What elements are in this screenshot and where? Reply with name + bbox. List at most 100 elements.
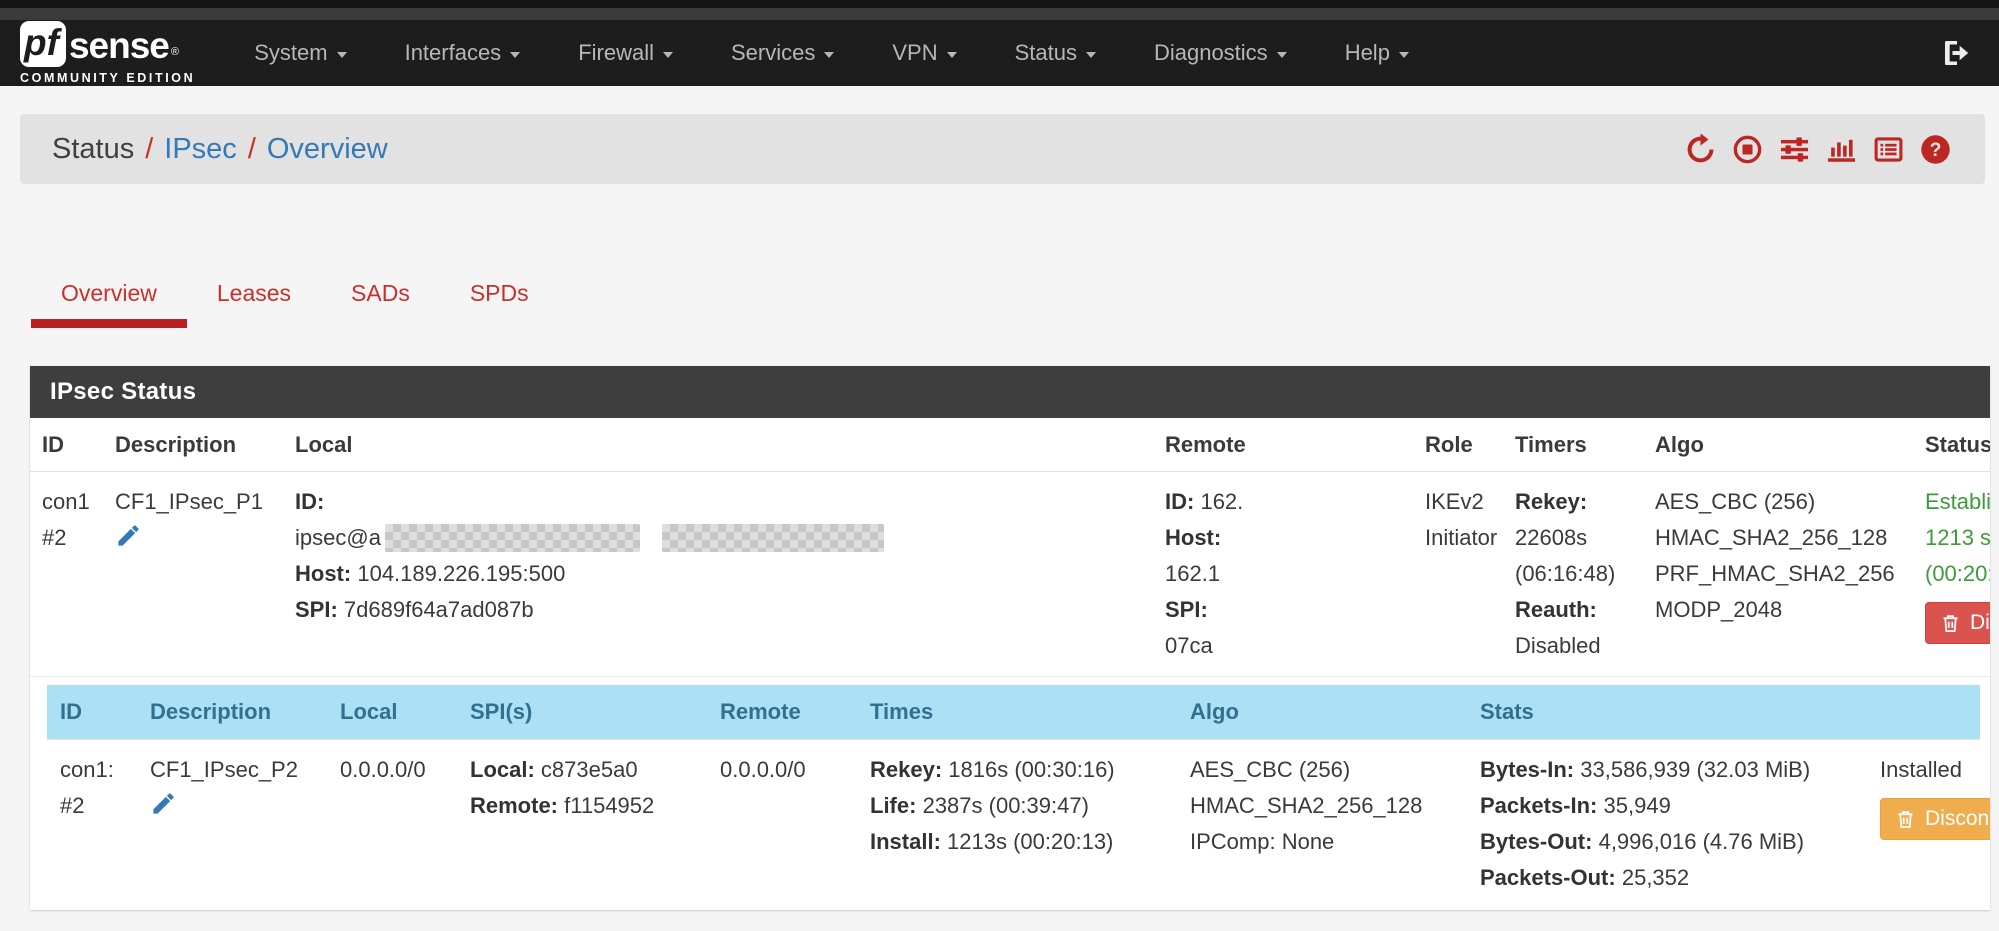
child-status-installed: Installed bbox=[1880, 752, 1970, 788]
menu-system[interactable]: System bbox=[225, 20, 375, 86]
sliders-icon[interactable] bbox=[1779, 134, 1810, 165]
child-id-number: #2 bbox=[60, 788, 130, 824]
remote-spi-value: 07ca bbox=[1165, 633, 1213, 658]
col-timers: Timers bbox=[1503, 418, 1643, 472]
chevron-down-icon bbox=[1277, 52, 1287, 58]
algo-enc: AES_CBC (256) bbox=[1655, 484, 1903, 520]
role-protocol: IKEv2 bbox=[1425, 484, 1493, 520]
refresh-icon[interactable] bbox=[1685, 134, 1716, 165]
ipsec-tabs: Overview Leases SADs SPDs bbox=[31, 280, 1999, 328]
main-menu: System Interfaces Firewall Services VPN … bbox=[225, 20, 1438, 86]
breadcrumb-actions: ? bbox=[1685, 134, 1951, 165]
chevron-down-icon bbox=[337, 52, 347, 58]
ike-id-number: #2 bbox=[42, 520, 93, 556]
rekey-time: (06:16:48) bbox=[1515, 556, 1633, 592]
edit-icon[interactable] bbox=[150, 790, 177, 817]
menu-status-label: Status bbox=[1015, 40, 1077, 66]
reauth-label: Reauth: bbox=[1515, 597, 1597, 622]
child-id: con1: bbox=[60, 752, 130, 788]
ipsec-status-panel: IPsec Status ID Description Local Remote… bbox=[30, 366, 1990, 910]
ike-algo-cell: AES_CBC (256) HMAC_SHA2_256_128 PRF_HMAC… bbox=[1643, 472, 1913, 677]
menu-vpn[interactable]: VPN bbox=[863, 20, 985, 86]
disconnect-button[interactable]: Disconnect bbox=[1880, 798, 1990, 840]
bar-chart-icon[interactable] bbox=[1826, 134, 1857, 165]
disconnect-button[interactable]: Disconnect bbox=[1925, 602, 1990, 644]
bytes-out-value: 4,996,016 (4.76 MiB) bbox=[1599, 829, 1804, 854]
child-spi-cell: Local: c873e5a0 Remote: f1154952 bbox=[460, 740, 710, 911]
menu-diagnostics[interactable]: Diagnostics bbox=[1125, 20, 1316, 86]
child-stats-cell: Bytes-In: 33,586,939 (32.03 MiB) Packets… bbox=[1470, 740, 1870, 911]
ike-sa-table: ID Description Local Remote Role Timers … bbox=[30, 418, 1990, 910]
col-description: Description bbox=[103, 418, 283, 472]
disconnect-label: Disconnect bbox=[1925, 806, 1990, 832]
algo-integ: HMAC_SHA2_256_128 bbox=[1190, 788, 1460, 824]
redacted-blank bbox=[1213, 631, 1345, 661]
breadcrumb-link-overview[interactable]: Overview bbox=[267, 133, 388, 165]
menu-interfaces[interactable]: Interfaces bbox=[376, 20, 550, 86]
col-times: Times bbox=[860, 685, 1180, 740]
ike-timers-cell: Rekey: 22608s (06:16:48) Reauth: Disable… bbox=[1503, 472, 1643, 677]
spi-remote-value: f1154952 bbox=[564, 793, 654, 818]
pfsense-logo[interactable]: pf sense ® COMMUNITY EDITION bbox=[20, 21, 195, 85]
ike-role-cell: IKEv2 Initiator bbox=[1413, 472, 1503, 677]
col-local: Local bbox=[283, 418, 1153, 472]
child-status-cell: Installed Disconnect bbox=[1870, 740, 1980, 911]
menu-services[interactable]: Services bbox=[702, 20, 863, 86]
help-icon[interactable]: ? bbox=[1920, 134, 1951, 165]
redacted-blank bbox=[1243, 487, 1373, 517]
col-id: ID bbox=[30, 418, 103, 472]
stop-icon[interactable] bbox=[1732, 134, 1763, 165]
install-label: Install: bbox=[870, 829, 941, 854]
packets-out-label: Packets-Out: bbox=[1480, 865, 1616, 890]
child-description: CF1_IPsec_P2 bbox=[150, 752, 320, 788]
menu-status[interactable]: Status bbox=[986, 20, 1125, 86]
tab-sads[interactable]: SADs bbox=[321, 280, 440, 328]
log-icon[interactable] bbox=[1873, 134, 1904, 165]
tab-leases[interactable]: Leases bbox=[187, 280, 321, 328]
edit-icon[interactable] bbox=[115, 522, 142, 549]
reauth-value: Disabled bbox=[1515, 628, 1633, 664]
col-status: Status bbox=[1913, 418, 1990, 472]
chevron-down-icon bbox=[1399, 52, 1409, 58]
menu-services-label: Services bbox=[731, 40, 815, 66]
window-gray-strip bbox=[0, 8, 1999, 20]
child-sa-container-row: ID Description Local SPI(s) Remote Times… bbox=[30, 677, 1990, 911]
sign-out-icon[interactable] bbox=[1941, 37, 1973, 69]
tab-overview[interactable]: Overview bbox=[31, 280, 187, 328]
menu-help[interactable]: Help bbox=[1316, 20, 1438, 86]
algo-enc: AES_CBC (256) bbox=[1190, 752, 1460, 788]
breadcrumb-bar: Status/IPsec/Overview ? bbox=[20, 114, 1985, 184]
breadcrumb: Status/IPsec/Overview bbox=[52, 133, 388, 166]
redacted-blur bbox=[662, 524, 884, 552]
child-sa-table: ID Description Local SPI(s) Remote Times… bbox=[47, 685, 1980, 910]
col-remote: Remote bbox=[710, 685, 860, 740]
breadcrumb-separator: / bbox=[248, 133, 256, 165]
panel-title: IPsec Status bbox=[30, 366, 1990, 418]
navbar: pf sense ® COMMUNITY EDITION System Inte… bbox=[0, 20, 1999, 86]
table-row: con1 #2 CF1_IPsec_P1 ID: ipsec@a Host: 1… bbox=[30, 472, 1990, 677]
col-stats: Stats bbox=[1470, 685, 1870, 740]
packets-in-label: Packets-In: bbox=[1480, 793, 1597, 818]
ike-description-cell: CF1_IPsec_P1 bbox=[103, 472, 283, 677]
life-label: Life: bbox=[870, 793, 916, 818]
child-table-header-row: ID Description Local SPI(s) Remote Times… bbox=[47, 685, 1980, 740]
tab-spds[interactable]: SPDs bbox=[440, 280, 559, 328]
role-value: Initiator bbox=[1425, 520, 1493, 556]
pfsense-logo-pf: pf bbox=[20, 21, 66, 67]
remote-host-label: Host: bbox=[1165, 525, 1221, 550]
col-description: Description bbox=[140, 685, 330, 740]
child-local-cell: 0.0.0.0/0 bbox=[330, 740, 460, 911]
remote-spi-label: SPI: bbox=[1165, 597, 1208, 622]
status-seconds: 1213 seconds bbox=[1925, 520, 1990, 556]
local-id-value: ipsec@a bbox=[295, 525, 381, 550]
table-scroll-area[interactable]: ID Description Local Remote Role Timers … bbox=[30, 418, 1990, 910]
breadcrumb-link-ipsec[interactable]: IPsec bbox=[164, 133, 237, 165]
table-row: con1: #2 CF1_IPsec_P2 bbox=[47, 740, 1980, 911]
algo-integ: HMAC_SHA2_256_128 bbox=[1655, 520, 1903, 556]
algo-ipcomp: IPComp: None bbox=[1190, 824, 1460, 860]
col-id: ID bbox=[47, 685, 140, 740]
remote-id-label: ID: bbox=[1165, 489, 1194, 514]
chevron-down-icon bbox=[1086, 52, 1096, 58]
local-id-label: ID: bbox=[295, 489, 324, 514]
menu-firewall[interactable]: Firewall bbox=[549, 20, 702, 86]
